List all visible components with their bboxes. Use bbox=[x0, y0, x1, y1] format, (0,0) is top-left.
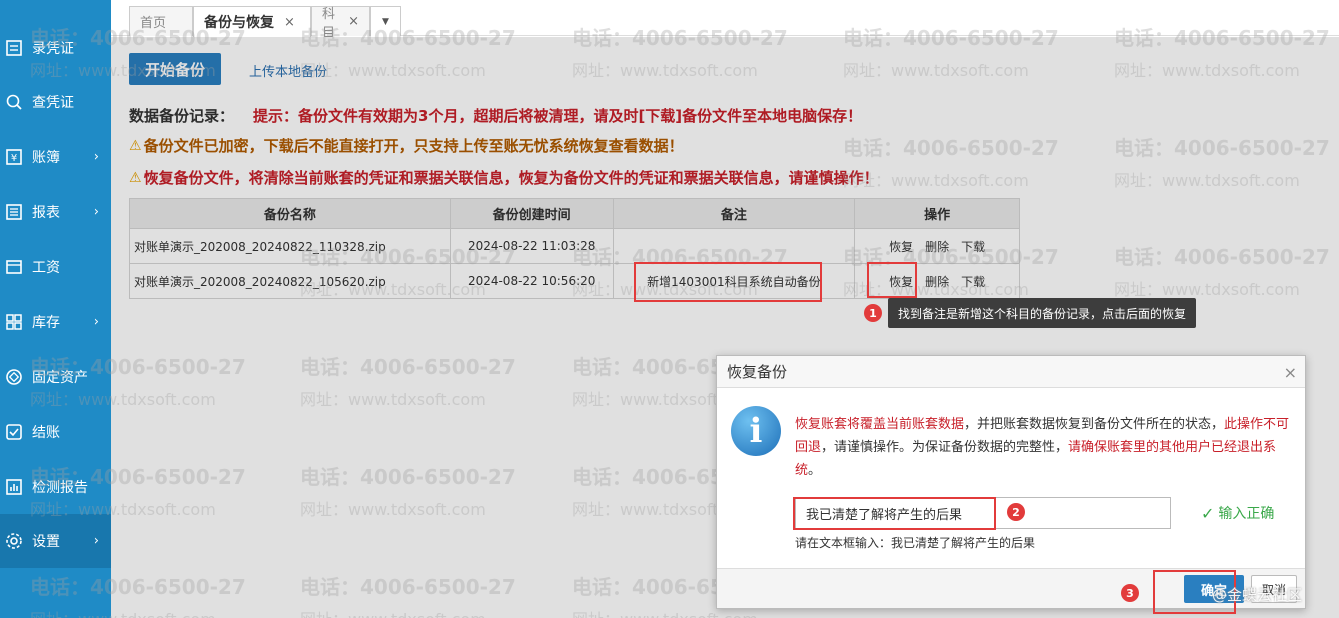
tab-home[interactable]: 首页 bbox=[129, 6, 193, 36]
tab-backup-restore[interactable]: 备份与恢复 × bbox=[193, 6, 311, 37]
tab-label: 备份与恢复 bbox=[204, 15, 274, 31]
sidebar-item-label: 固定资产 bbox=[32, 370, 88, 386]
sidebar-item-label: 工资 bbox=[32, 260, 60, 276]
step-badge-3: 3 bbox=[1121, 584, 1139, 602]
salary-icon bbox=[4, 257, 24, 277]
close-icon[interactable]: × bbox=[348, 14, 359, 29]
sidebar-item-ledger[interactable]: ¥ 账簿 › bbox=[0, 130, 111, 184]
report-icon bbox=[4, 202, 24, 222]
validation-text: 输入正确 bbox=[1218, 506, 1275, 522]
chevron-right-icon: › bbox=[93, 533, 99, 549]
sidebar-item-salary[interactable]: 工资 bbox=[0, 240, 111, 294]
sidebar-item-fixed-assets[interactable]: 固定资产 bbox=[0, 350, 111, 404]
sidebar-item-label: 设置 bbox=[32, 534, 60, 550]
chevron-right-icon: › bbox=[93, 314, 99, 330]
gear-icon bbox=[4, 531, 24, 551]
chart-icon bbox=[4, 477, 24, 497]
svg-text:¥: ¥ bbox=[11, 153, 17, 164]
validation-status: ✓ 输入正确 bbox=[1201, 503, 1274, 523]
step-badge-1: 1 bbox=[864, 304, 882, 322]
community-watermark: @金蝶云社区 bbox=[1212, 586, 1303, 604]
sidebar-item-voucher-entry[interactable]: 录凭证 bbox=[0, 21, 111, 75]
message-warning: 恢复账套将覆盖当前账套数据 bbox=[795, 417, 965, 432]
close-icon[interactable]: × bbox=[284, 15, 295, 30]
chevron-right-icon: › bbox=[93, 204, 99, 220]
step1-tooltip: 找到备注是新增这个科目的备份记录，点击后面的恢复 bbox=[888, 298, 1197, 328]
sidebar-item-voucher-query[interactable]: 查凭证 bbox=[0, 75, 111, 129]
input-hint: 请在文本框输入：我已清楚了解将产生的后果 bbox=[795, 536, 1036, 550]
check-icon: ✓ bbox=[1201, 503, 1215, 523]
asset-icon bbox=[4, 367, 24, 387]
sidebar-item-closing[interactable]: 结账 bbox=[0, 405, 111, 459]
sidebar-item-label: 检测报告 bbox=[32, 480, 88, 496]
sidebar-item-inspection-report[interactable]: 检测报告 bbox=[0, 460, 111, 514]
dialog-message: 恢复账套将覆盖当前账套数据，并把账套数据恢复到备份文件所在的状态，此操作不可回退… bbox=[795, 413, 1295, 482]
sidebar-item-inventory[interactable]: 库存 › bbox=[0, 295, 111, 349]
message-text: ，并把账套数据恢复到备份文件所在的状态， bbox=[964, 417, 1225, 432]
tab-label: 科目 bbox=[322, 6, 336, 41]
dialog-title: 恢复备份 bbox=[717, 356, 1305, 388]
restore-highlight-box bbox=[867, 262, 917, 298]
sidebar-item-label: 库存 bbox=[32, 315, 60, 331]
tab-label: 首页 bbox=[140, 16, 167, 31]
sidebar-item-label: 结账 bbox=[32, 425, 60, 441]
message-text: ，请谨慎操作。为保证备份数据的完整性， bbox=[821, 440, 1069, 455]
message-text: 。 bbox=[808, 463, 822, 478]
sidebar-item-settings[interactable]: 设置 › bbox=[0, 514, 111, 568]
note-highlight-box bbox=[634, 262, 822, 302]
chevron-right-icon: › bbox=[93, 149, 99, 165]
tab-dropdown-icon[interactable]: ▼ bbox=[370, 6, 401, 36]
voucher-icon bbox=[4, 38, 24, 58]
inventory-icon bbox=[4, 312, 24, 332]
tab-bar: 首页 备份与恢复 × 科目 × ▼ bbox=[111, 0, 1339, 41]
input-highlight-box bbox=[793, 497, 996, 530]
sidebar-item-label: 查凭证 bbox=[32, 95, 74, 111]
sidebar-item-report[interactable]: 报表 › bbox=[0, 185, 111, 239]
sidebar: 录凭证 查凭证 ¥ 账簿 › 报表 › 工资 库存 › 固定资产 结账 检测报告… bbox=[0, 0, 111, 618]
sidebar-item-label: 账簿 bbox=[32, 150, 60, 166]
ledger-icon: ¥ bbox=[4, 147, 24, 167]
tab-subject[interactable]: 科目 × bbox=[311, 6, 370, 41]
checkout-icon bbox=[4, 422, 24, 442]
info-icon: i bbox=[731, 406, 781, 456]
step-badge-2: 2 bbox=[1007, 503, 1025, 521]
sidebar-item-label: 报表 bbox=[32, 205, 60, 221]
sidebar-item-label: 录凭证 bbox=[32, 41, 74, 57]
search-icon bbox=[4, 92, 24, 112]
close-icon[interactable]: × bbox=[1284, 363, 1297, 382]
